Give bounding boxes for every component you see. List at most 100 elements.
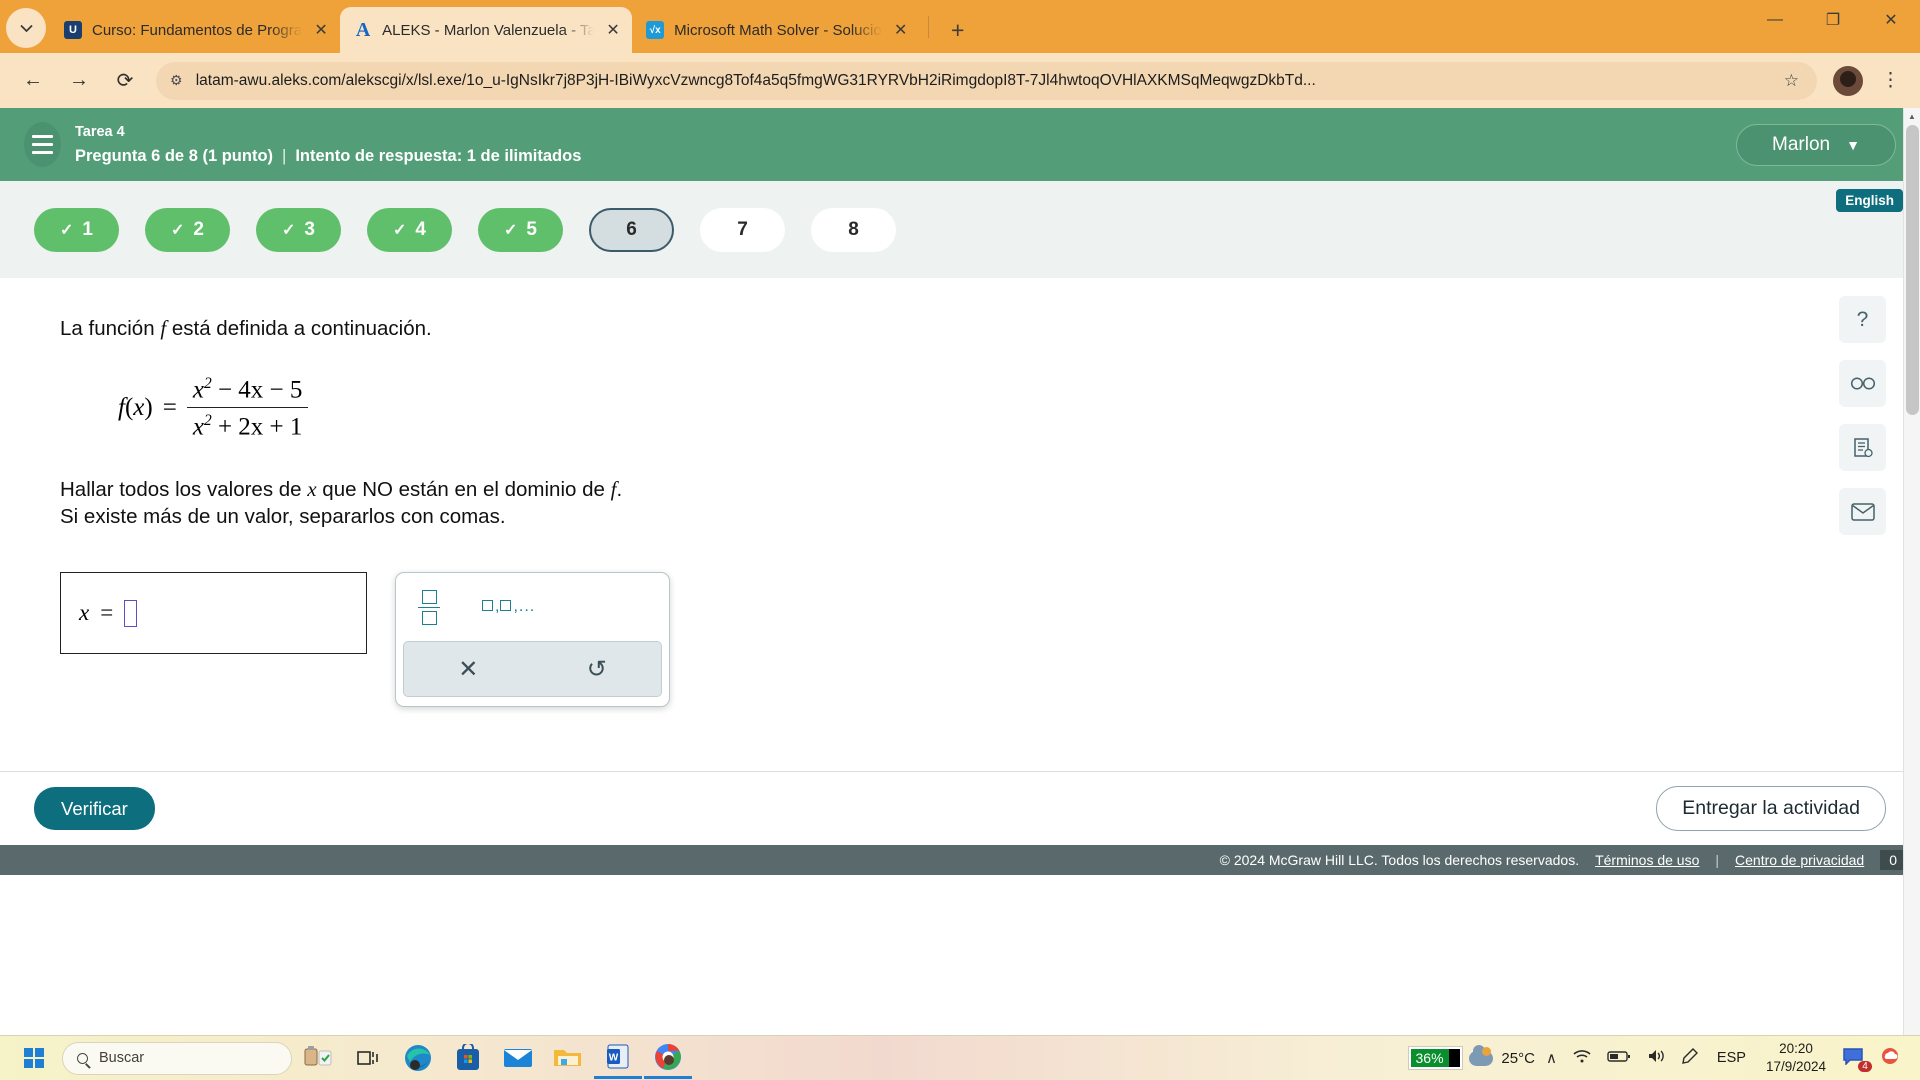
word-icon[interactable]: W bbox=[594, 1038, 642, 1079]
wifi-glyph bbox=[1573, 1050, 1591, 1063]
help-icon[interactable]: ? bbox=[1839, 296, 1886, 343]
notification-center-button[interactable]: 4 bbox=[1838, 1047, 1872, 1072]
question-pill-3[interactable]: ✓ 3 bbox=[256, 207, 341, 252]
glasses-icon[interactable] bbox=[1839, 360, 1886, 407]
browser-toolbar: ← → ⟳ ⚙ latam-awu.aleks.com/alekscgi/x/l… bbox=[0, 53, 1920, 108]
den-rest: + 2x + 1 bbox=[217, 413, 303, 441]
svg-text:W: W bbox=[609, 1053, 619, 1064]
scroll-up-arrow[interactable]: ▲ bbox=[1904, 108, 1920, 125]
prompt-line-2: Si existe más de un valor, separarlos co… bbox=[60, 505, 506, 529]
privacy-link[interactable]: Centro de privacidad bbox=[1735, 852, 1864, 868]
wifi-icon[interactable] bbox=[1568, 1049, 1596, 1067]
widgets-icon[interactable] bbox=[294, 1038, 342, 1079]
chrome-icon[interactable] bbox=[644, 1038, 692, 1079]
intro-text-after: está definida a continuación. bbox=[166, 317, 432, 340]
reload-button[interactable]: ⟳ bbox=[105, 61, 145, 101]
answer-caret[interactable] bbox=[124, 599, 138, 627]
question-pill-8[interactable]: 8 bbox=[811, 207, 896, 252]
tab-close-button[interactable]: ✕ bbox=[888, 17, 914, 43]
minimize-button[interactable]: — bbox=[1746, 0, 1804, 40]
mail-icon[interactable] bbox=[1839, 488, 1886, 535]
math-solver-icon: √x bbox=[646, 21, 665, 39]
answer-input[interactable]: x = bbox=[60, 572, 367, 655]
forward-button[interactable]: → bbox=[59, 61, 99, 101]
site-settings-icon[interactable]: ⚙ bbox=[170, 72, 183, 89]
taskbar-clock[interactable]: 20:20 17/9/2024 bbox=[1760, 1040, 1832, 1076]
tab-strip: chevron-down-icon U Curso: Fundamentos d… bbox=[0, 0, 1920, 53]
chrome-glyph bbox=[655, 1043, 681, 1070]
pill-label: 1 bbox=[82, 218, 93, 240]
formula-fraction: x2 − 4x − 5 x2 + 2x + 1 bbox=[186, 375, 309, 442]
microsoft-store-icon[interactable] bbox=[444, 1038, 492, 1079]
check-icon: ✓ bbox=[393, 221, 407, 239]
page-scrollbar[interactable]: ▲ bbox=[1903, 108, 1920, 1035]
file-explorer-icon[interactable] bbox=[544, 1038, 592, 1079]
pen-icon[interactable] bbox=[1677, 1047, 1703, 1069]
mail-icon[interactable] bbox=[494, 1038, 542, 1079]
user-menu-button[interactable]: Marlon ▼ bbox=[1736, 123, 1896, 166]
battery-icon[interactable] bbox=[1602, 1050, 1636, 1067]
avatar[interactable] bbox=[1833, 65, 1863, 96]
browser-tab-2[interactable]: A ALEKS - Marlon Valenzuela - Ta ✕ bbox=[340, 7, 633, 53]
kebab-menu-icon[interactable]: ⋮ bbox=[1871, 69, 1910, 92]
user-name: Marlon bbox=[1772, 133, 1831, 155]
edge-icon[interactable] bbox=[394, 1038, 442, 1079]
pill-label: 8 bbox=[848, 218, 859, 240]
browser-tab-3[interactable]: √x Microsoft Math Solver - Solucio ✕ bbox=[632, 7, 920, 53]
close-window-button[interactable]: ✕ bbox=[1862, 0, 1920, 40]
fraction-numerator-box-icon bbox=[421, 589, 437, 604]
question-pill-7[interactable]: 7 bbox=[700, 207, 785, 252]
clock-time: 20:20 bbox=[1779, 1040, 1813, 1056]
clear-icon[interactable]: ✕ bbox=[404, 655, 533, 684]
tray-expand-icon[interactable]: ∧ bbox=[1541, 1049, 1562, 1067]
hamburger-icon[interactable] bbox=[24, 122, 61, 167]
question-pill-6[interactable]: 6 bbox=[589, 207, 674, 252]
scrollbar-thumb[interactable] bbox=[1906, 125, 1919, 415]
question-pill-4[interactable]: ✓ 4 bbox=[367, 207, 452, 252]
star-icon[interactable]: ☆ bbox=[1774, 71, 1809, 91]
mail-glyph bbox=[1850, 502, 1875, 521]
notes-icon[interactable] bbox=[1839, 424, 1886, 471]
question-pill-5[interactable]: ✓ 5 bbox=[478, 207, 563, 252]
terms-link[interactable]: Términos de uso bbox=[1595, 852, 1699, 868]
language-badge[interactable]: English bbox=[1836, 189, 1903, 212]
language-indicator[interactable]: ESP bbox=[1709, 1050, 1754, 1066]
pill-label: 7 bbox=[737, 218, 748, 240]
submit-assignment-button[interactable]: Entregar la actividad bbox=[1656, 786, 1886, 831]
intro-text-before: La función bbox=[60, 317, 161, 340]
task-view-icon[interactable] bbox=[344, 1038, 392, 1079]
battery-glyph bbox=[1607, 1050, 1630, 1062]
question-pill-2[interactable]: ✓ 2 bbox=[145, 207, 230, 252]
clock-date: 17/9/2024 bbox=[1765, 1059, 1826, 1074]
back-button[interactable]: ← bbox=[13, 61, 53, 101]
fraction-denominator-box-icon bbox=[421, 611, 437, 626]
address-bar[interactable]: ⚙ latam-awu.aleks.com/alekscgi/x/lsl.exe… bbox=[156, 61, 1817, 100]
tab-close-button[interactable]: ✕ bbox=[600, 17, 626, 43]
tab-close-button[interactable]: ✕ bbox=[308, 17, 334, 43]
battery-level: 36% bbox=[1410, 1049, 1449, 1067]
start-button[interactable] bbox=[8, 1038, 60, 1079]
fraction-template-button[interactable] bbox=[418, 589, 440, 626]
tab-search-button[interactable]: chevron-down-icon bbox=[6, 8, 46, 48]
maximize-button[interactable]: ❐ bbox=[1804, 0, 1862, 40]
tab-title: Curso: Fundamentos de Progra bbox=[92, 21, 303, 39]
taskbar-search[interactable]: Buscar bbox=[62, 1041, 292, 1075]
browser-tab-1[interactable]: U Curso: Fundamentos de Progra ✕ bbox=[50, 7, 340, 53]
url-text: latam-awu.aleks.com/alekscgi/x/lsl.exe/1… bbox=[195, 71, 1316, 89]
onedrive-sync-icon[interactable] bbox=[1874, 1047, 1906, 1069]
check-icon: ✓ bbox=[171, 221, 185, 239]
verify-button[interactable]: Verificar bbox=[34, 787, 155, 830]
comma-list-button[interactable]: ,,... bbox=[482, 598, 535, 616]
undo-icon[interactable]: ↺ bbox=[533, 655, 662, 684]
battery-percent-chip[interactable]: 36% bbox=[1407, 1046, 1464, 1070]
question-pill-1[interactable]: ✓ 1 bbox=[34, 207, 119, 252]
new-tab-button[interactable]: + bbox=[941, 13, 975, 47]
aleks-header: Tarea 4 Pregunta 6 de 8 (1 punto) | Intent… bbox=[0, 108, 1920, 181]
list-box-icon bbox=[500, 600, 512, 612]
volume-icon[interactable] bbox=[1642, 1048, 1671, 1068]
temperature-text: 25°C bbox=[1501, 1049, 1535, 1067]
chevron-down-icon: ▼ bbox=[1846, 136, 1860, 153]
prompt-a: Hallar todos los valores de bbox=[60, 477, 308, 501]
weather-widget[interactable]: 25°C bbox=[1469, 1044, 1535, 1067]
search-icon bbox=[77, 1052, 88, 1064]
